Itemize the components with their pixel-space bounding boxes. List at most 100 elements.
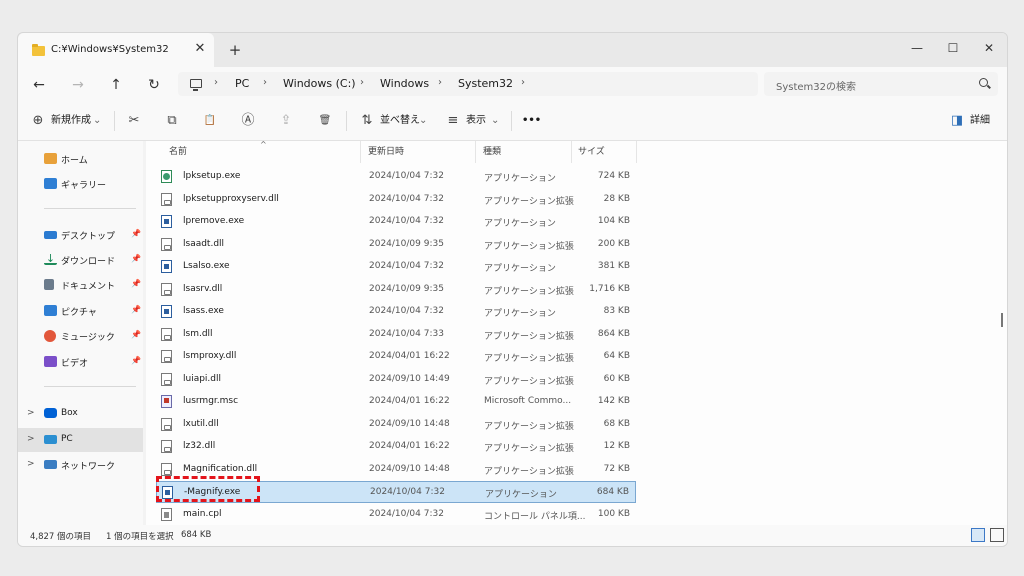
table-row[interactable]: lz32.dll 2024/04/01 16:22 アプリケーション拡張 12 KB	[156, 436, 636, 458]
chevron-right-icon[interactable]: ›	[521, 77, 525, 88]
table-row[interactable]: lpksetup.exe 2024/10/04 7:32 アプリケーション 724 K…	[156, 166, 636, 188]
paste-icon[interactable]: 📋	[201, 112, 219, 130]
tiles-view-button[interactable]	[990, 528, 1004, 542]
copy-icon[interactable]: ⧉	[163, 112, 181, 130]
table-row[interactable]: lusrmgr.msc 2024/04/01 16:22 Microsoft Com…	[156, 391, 636, 413]
sort-button[interactable]: 並べ替え	[380, 112, 420, 130]
sidebar-item-videos[interactable]: ビデオ 📌	[18, 350, 143, 374]
file-size: 72 KB	[603, 463, 630, 474]
share-icon[interactable]: ⇪	[277, 112, 295, 130]
chevron-down-icon[interactable]: ⌄	[419, 112, 427, 130]
tab-close-icon[interactable]: ✕	[192, 41, 208, 57]
column-header-size[interactable]: サイズ	[578, 141, 605, 163]
breadcrumb-windows-c[interactable]: Windows (C:)	[283, 77, 356, 90]
file-type: アプリケーション拡張	[484, 421, 574, 432]
table-row[interactable]: lsass.exe 2024/10/04 7:32 アプリケーション 83 KB	[156, 301, 636, 323]
file-type: アプリケーション	[484, 264, 556, 274]
breadcrumb-windows[interactable]: Windows	[380, 77, 429, 90]
sidebar-item-network[interactable]: > ネットワーク	[18, 453, 143, 477]
chevron-down-icon[interactable]: ⌄	[93, 112, 101, 130]
sidebar-item-label: ホーム	[61, 156, 88, 166]
sidebar-divider	[44, 386, 136, 387]
sidebar-item-music[interactable]: ミュージック 📌	[18, 324, 143, 348]
pin-icon[interactable]: 📌	[131, 279, 141, 288]
file-size: 12 KB	[603, 441, 630, 451]
address-path[interactable]: › PC › Windows (C:) › Windows › System32…	[178, 72, 758, 96]
rename-icon[interactable]: Ⓐ	[239, 112, 257, 130]
sidebar-item-gallery[interactable]: ギャラリー	[18, 172, 143, 196]
more-options-button[interactable]: •••	[522, 112, 541, 130]
cut-icon[interactable]: ✂	[125, 112, 143, 130]
close-button[interactable]: ✕	[977, 38, 1001, 58]
pin-icon[interactable]: 📌	[131, 254, 141, 263]
table-row[interactable]: lsm.dll 2024/10/04 7:33 アプリケーション拡張 864 KB	[156, 324, 636, 346]
table-row[interactable]: Lsalso.exe 2024/10/04 7:32 アプリケーション 381 KB	[156, 256, 636, 278]
search-input[interactable]: System32の検索	[764, 72, 998, 96]
table-row[interactable]: lsaadt.dll 2024/10/09 9:35 アプリケーション拡張 200 K…	[156, 234, 636, 256]
table-row[interactable]: lsasrv.dll 2024/10/09 9:35 アプリケーション拡張 1,716…	[156, 279, 636, 301]
sidebar-item-label: ネットワーク	[61, 462, 116, 472]
column-header-date[interactable]: 更新日時	[368, 141, 404, 163]
chevron-right-icon[interactable]: ›	[263, 77, 267, 88]
file-type: アプリケーション拡張	[484, 331, 574, 342]
file-type: アプリケーション拡張	[484, 354, 574, 364]
table-row[interactable]: luiapi.dll 2024/09/10 14:49 アプリケーション拡張 60 K…	[156, 369, 636, 391]
table-row[interactable]: main.cpl 2024/10/04 7:32 コントロール パネル項... 100…	[156, 504, 636, 526]
tab-system32[interactable]: C:¥Windows¥System32 ✕	[18, 33, 214, 67]
sidebar-item-downloads[interactable]: ↓ ダウンロード 📌	[18, 248, 143, 272]
forward-button[interactable]: →	[68, 75, 88, 95]
details-button[interactable]: 詳細	[970, 112, 990, 130]
file-date: 2024/10/09 9:35	[369, 283, 444, 294]
chevron-right-icon[interactable]: ›	[360, 77, 364, 88]
file-type: アプリケーション拡張	[484, 466, 574, 477]
sidebar-item-desktop[interactable]: デスクトップ 📌	[18, 223, 143, 247]
sidebar-item-pictures[interactable]: ピクチャ 📌	[18, 299, 143, 323]
pin-icon[interactable]: 📌	[131, 356, 141, 365]
sidebar-item-documents[interactable]: ドキュメント 📌	[18, 273, 143, 297]
new-tab-button[interactable]: +	[226, 41, 244, 59]
new-button[interactable]: 新規作成	[51, 112, 91, 130]
column-header-name[interactable]: 名前	[169, 141, 187, 163]
sidebar-item-label: ビデオ	[61, 359, 89, 369]
chevron-right-icon[interactable]: >	[27, 434, 35, 444]
pin-icon[interactable]: 📌	[131, 330, 141, 339]
table-row[interactable]: lpremove.exe 2024/10/04 7:32 アプリケーション 104 K…	[156, 211, 636, 233]
sidebar-item-pc[interactable]: > PC	[18, 428, 143, 452]
file-name: lpremove.exe	[183, 216, 245, 226]
breadcrumb-system32[interactable]: System32	[458, 77, 513, 90]
chevron-down-icon[interactable]: ⌄	[491, 112, 499, 130]
view-button[interactable]: 表示	[466, 112, 486, 130]
pin-icon[interactable]: 📌	[131, 305, 141, 314]
column-divider[interactable]	[475, 141, 476, 163]
column-divider[interactable]	[571, 141, 572, 163]
sidebar-item-box[interactable]: > Box	[18, 402, 143, 426]
pin-icon[interactable]: 📌	[131, 229, 141, 238]
file-name: main.cpl	[183, 508, 222, 519]
column-header-type[interactable]: 種類	[483, 141, 501, 163]
delete-icon[interactable]: 🗑	[316, 112, 334, 130]
details-view-button[interactable]	[971, 528, 985, 542]
vertical-scrollbar[interactable]	[1001, 313, 1003, 327]
chevron-right-icon[interactable]: ›	[214, 77, 218, 88]
file-size: 142 KB	[597, 396, 630, 406]
chevron-right-icon[interactable]: >	[27, 459, 35, 469]
maximize-button[interactable]: ☐	[941, 38, 965, 58]
up-button[interactable]: ↑	[106, 75, 126, 95]
column-divider[interactable]	[360, 141, 361, 163]
column-divider[interactable]	[636, 141, 637, 163]
sidebar-item-label: ダウンロード	[61, 257, 116, 267]
file-type: アプリケーション	[484, 219, 556, 229]
table-row[interactable]: lxutil.dll 2024/09/10 14:48 アプリケーション拡張 68 K…	[156, 414, 636, 436]
sidebar-item-home[interactable]: ホーム	[18, 147, 143, 171]
file-size: 200 KB	[597, 238, 630, 249]
chevron-right-icon[interactable]: >	[27, 408, 35, 418]
chevron-right-icon[interactable]: ›	[438, 77, 442, 88]
breadcrumb-pc[interactable]: PC	[235, 77, 249, 90]
refresh-button[interactable]: ↻	[144, 75, 164, 95]
back-button[interactable]: ←	[29, 75, 49, 95]
table-row[interactable]: lsmproxy.dll 2024/04/01 16:22 アプリケーション拡張 64…	[156, 346, 636, 368]
file-date: 2024/10/04 7:32	[369, 193, 444, 204]
minimize-button[interactable]: —	[905, 38, 929, 58]
file-name: lsasrv.dll	[183, 283, 223, 294]
table-row[interactable]: lpksetupproxyserv.dll 2024/10/04 7:32 アプリケ…	[156, 189, 636, 211]
